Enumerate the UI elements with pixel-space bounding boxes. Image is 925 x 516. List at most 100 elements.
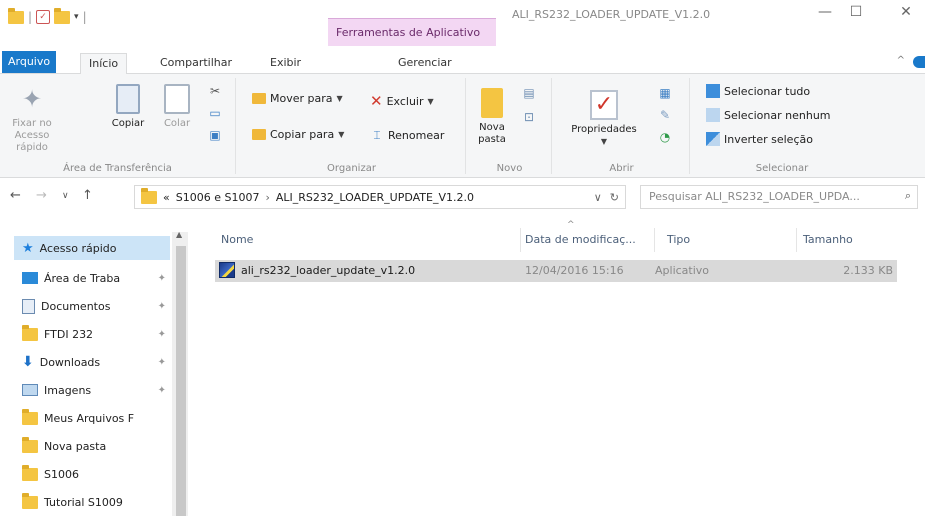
move-to-icon xyxy=(252,93,266,104)
file-type: Aplicativo xyxy=(655,264,710,277)
nav-item-ftdi[interactable]: FTDI 232 ✦ xyxy=(22,322,170,346)
breadcrumb-segment[interactable]: ALI_RS232_LOADER_UPDATE_V1.2.0 xyxy=(276,191,474,204)
paste-icon xyxy=(164,84,190,114)
clipboard-group: ✦ Fixar no Acesso rápido Copiar Colar ✂ … xyxy=(0,78,236,174)
close-icon[interactable]: ✕ xyxy=(896,4,916,24)
select-none-button[interactable]: Selecionar nenhum xyxy=(706,108,831,122)
file-name: ali_rs232_loader_update_v1.2.0 xyxy=(241,264,416,277)
up-arrow-icon[interactable]: ↑ xyxy=(82,188,93,203)
pin-icon: ✦ xyxy=(21,85,43,113)
properties-button[interactable]: ✓ Propriedades ▼ xyxy=(562,90,646,148)
qat-dropdown-icon[interactable]: ▾ xyxy=(74,12,79,22)
title-bar: | ✓ ▾ | Ferramentas de Aplicativo ALI_RS… xyxy=(0,0,925,50)
navpane-scroll-thumb[interactable] xyxy=(176,246,186,516)
organize-group: Mover para ▼ Copiar para ▼ ✕ Excluir ▼ ⌶… xyxy=(238,78,466,174)
tab-share[interactable]: Compartilhar xyxy=(152,53,240,74)
nav-item-documents[interactable]: Documentos ✦ xyxy=(22,294,170,318)
help-icon[interactable] xyxy=(913,56,925,68)
download-icon: ⬇ xyxy=(22,354,34,370)
delete-icon: ✕ xyxy=(370,92,383,110)
invert-selection-button[interactable]: Inverter seleção xyxy=(706,132,813,146)
minimize-icon[interactable]: — xyxy=(815,4,835,24)
window-title: ALI_RS232_LOADER_UPDATE_V1.2.0 xyxy=(512,8,711,21)
forward-arrow-icon[interactable]: → xyxy=(36,188,47,203)
nav-item-my-files[interactable]: Meus Arquivos F xyxy=(22,406,170,430)
chevron-down-icon: ▼ xyxy=(600,137,608,146)
recent-locations-icon[interactable]: ∨ xyxy=(62,191,69,201)
search-input[interactable]: Pesquisar ALI_RS232_LOADER_UPDA... ⌕ xyxy=(640,185,918,209)
maximize-icon[interactable]: ☐ xyxy=(846,4,866,24)
copy-button[interactable]: Copiar xyxy=(108,84,148,130)
scroll-up-icon[interactable]: ▲ xyxy=(176,230,182,239)
nav-item-tutorial[interactable]: Tutorial S1009 xyxy=(22,490,170,514)
new-folder-icon xyxy=(481,88,503,118)
column-header-size[interactable]: Tamanho xyxy=(803,228,895,252)
pin-quick-access-button[interactable]: ✦ Fixar no Acesso rápido xyxy=(4,84,60,154)
address-bar[interactable]: « S1006 e S1007 › ALI_RS232_LOADER_UPDAT… xyxy=(134,185,626,209)
pin-icon: ✦ xyxy=(157,356,166,368)
edit-icon[interactable]: ✎ xyxy=(658,108,672,122)
chevron-down-icon: ▼ xyxy=(427,96,434,106)
invert-selection-icon xyxy=(706,132,720,146)
cut-icon[interactable]: ✂ xyxy=(208,84,222,98)
move-to-button[interactable]: Mover para ▼ xyxy=(252,92,343,105)
select-all-button[interactable]: Selecionar tudo xyxy=(706,84,810,98)
nav-item-pictures[interactable]: Imagens ✦ xyxy=(22,378,170,402)
breadcrumb-separator-icon[interactable]: › xyxy=(265,191,269,204)
folder-icon xyxy=(22,464,38,481)
new-folder-qat-icon[interactable] xyxy=(54,7,71,24)
nav-item-desktop[interactable]: Área de Traba ✦ xyxy=(22,266,170,290)
breadcrumb-segment[interactable]: S1006 e S1007 xyxy=(176,191,260,204)
pin-icon: ✦ xyxy=(157,300,166,312)
copy-to-button[interactable]: Copiar para ▼ xyxy=(252,128,344,141)
new-item-icon[interactable]: ▤ xyxy=(522,86,536,100)
tab-file[interactable]: Arquivo xyxy=(2,51,57,73)
ribbon: ✦ Fixar no Acesso rápido Copiar Colar ✂ … xyxy=(0,74,925,178)
properties-qat-icon[interactable]: ✓ xyxy=(36,10,51,24)
nav-item-quick-access[interactable]: ★ Acesso rápido xyxy=(14,236,170,260)
collapse-ribbon-icon[interactable]: ^ xyxy=(897,55,905,66)
properties-icon: ✓ xyxy=(590,90,618,120)
rename-icon: ⌶ xyxy=(373,128,381,142)
folder-icon xyxy=(22,436,38,453)
chevron-down-icon[interactable]: ∨ xyxy=(594,191,602,204)
refresh-icon[interactable]: ↻ xyxy=(610,191,619,204)
folder-icon xyxy=(141,187,157,204)
file-size: 2.133 KB xyxy=(843,264,893,277)
tab-manage[interactable]: Gerenciar xyxy=(390,53,460,74)
new-folder-button[interactable]: Nova pasta xyxy=(474,88,510,146)
back-arrow-icon[interactable]: ← xyxy=(10,188,21,203)
table-row[interactable]: ali_rs232_loader_update_v1.2.0 12/04/201… xyxy=(215,260,897,282)
nav-item-downloads[interactable]: ⬇ Downloads ✦ xyxy=(22,350,170,374)
easy-access-icon[interactable]: ⊡ xyxy=(522,110,536,124)
select-group: Selecionar tudo Selecionar nenhum Invert… xyxy=(692,78,872,174)
nav-item-new-folder[interactable]: Nova pasta xyxy=(22,434,170,458)
column-header-name[interactable]: Nome xyxy=(221,228,521,252)
nav-item-s1006[interactable]: S1006 xyxy=(22,462,170,486)
context-tab-header: Ferramentas de Aplicativo xyxy=(328,18,496,46)
open-icon[interactable]: ▦ xyxy=(658,86,672,100)
breadcrumb-overflow[interactable]: « xyxy=(163,191,170,204)
organize-group-label: Organizar xyxy=(327,163,376,174)
delete-button[interactable]: ✕ Excluir ▼ xyxy=(370,92,434,110)
paste-shortcut-icon[interactable]: ▣ xyxy=(208,128,222,142)
history-icon[interactable]: ◔ xyxy=(658,130,672,144)
column-header-date[interactable]: Data de modificaç... xyxy=(525,228,655,252)
open-group: ✓ Propriedades ▼ ▦ ✎ ◔ Abrir xyxy=(554,78,690,174)
star-icon: ★ xyxy=(22,240,34,256)
desktop-icon xyxy=(22,272,38,284)
separator: | xyxy=(82,10,87,24)
copy-path-icon[interactable]: ▭ xyxy=(208,106,222,120)
file-list: Nome ^ Data de modificaç... Tipo Tamanho… xyxy=(205,214,925,516)
folder-icon xyxy=(22,492,38,509)
new-group: Nova pasta ▤ ⊡ Novo xyxy=(468,78,552,174)
rename-button[interactable]: ⌶ Renomear xyxy=(370,128,444,142)
chevron-down-icon: ▼ xyxy=(338,130,345,139)
tab-home[interactable]: Início xyxy=(80,53,128,75)
column-header-type[interactable]: Tipo xyxy=(667,228,797,252)
context-tab-title: Ferramentas de Aplicativo xyxy=(336,26,481,39)
paste-button[interactable]: Colar xyxy=(160,84,194,130)
chevron-down-icon: ▼ xyxy=(336,94,343,103)
open-group-label: Abrir xyxy=(609,163,634,174)
tab-view[interactable]: Exibir xyxy=(262,53,309,74)
